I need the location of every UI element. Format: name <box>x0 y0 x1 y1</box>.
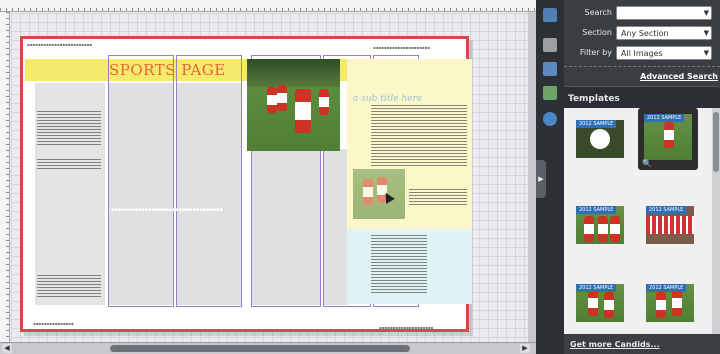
layout-icon[interactable] <box>543 62 557 76</box>
horizontal-scroll-thumb[interactable] <box>110 345 410 352</box>
section-select[interactable]: Any Section ▼ <box>616 26 712 40</box>
vertical-scrollbar[interactable] <box>528 12 536 342</box>
template-thumb-action-2[interactable]: 2012 SAMPLE <box>640 278 700 328</box>
thumb-player <box>672 290 682 316</box>
section-dropdown-icon[interactable]: ▼ <box>704 29 709 37</box>
horizontal-ruler <box>0 0 536 12</box>
section-row: Section Any Section ▼ <box>564 24 720 42</box>
clipart-icon[interactable] <box>543 86 557 100</box>
template-thumb-team-photo[interactable]: 2012 SAMPLE <box>640 200 700 250</box>
flower-shape <box>590 129 610 149</box>
thumb-player <box>604 292 614 318</box>
templates-grid: 2012 SAMPLE 2012 SAMPLE 🔍 2012 SAMPLE 20… <box>564 108 720 334</box>
body-text <box>371 105 467 167</box>
images-panel: Search ▼ Section Any Section ▼ Filter by… <box>564 0 720 354</box>
placeholder-block[interactable] <box>324 149 348 305</box>
advanced-search-link[interactable]: Advanced Search <box>640 72 718 81</box>
subtitle[interactable]: a sub title here <box>353 94 422 104</box>
body-text <box>37 111 101 145</box>
vertical-ruler <box>0 12 10 342</box>
body-text <box>409 189 467 207</box>
scroll-right-icon[interactable]: ▶ <box>520 344 530 353</box>
placeholder-block[interactable] <box>109 83 173 305</box>
template-badge: 2012 SAMPLE <box>646 284 687 292</box>
page-footer-note: ▪▪▪▪▪▪▪▪▪▪▪▪▪▪▪▪▪▪▪▪ <box>379 325 434 330</box>
photo-trees <box>247 59 340 87</box>
section-label: Section <box>582 28 612 37</box>
page-footer-note-left: ▪▪▪▪▪▪▪▪▪▪▪▪▪▪▪ <box>33 321 74 326</box>
page-spread[interactable]: ▪▪▪▪▪▪▪▪▪▪▪▪▪▪▪▪▪▪▪▪▪▪▪▪ ▪▪▪▪▪▪▪▪▪▪▪▪▪▪▪… <box>20 36 472 332</box>
photo-player <box>295 89 311 133</box>
thumb-player <box>598 216 608 242</box>
section-value: Any Section <box>621 29 669 38</box>
search-input[interactable]: ▼ <box>616 6 712 20</box>
page-icon[interactable] <box>543 38 557 52</box>
panel-collapse-icon[interactable]: ▶ <box>536 160 546 198</box>
design-canvas[interactable]: ▪▪▪▪▪▪▪▪▪▪▪▪▪▪▪▪▪▪▪▪▪▪▪▪ ▪▪▪▪▪▪▪▪▪▪▪▪▪▪▪… <box>0 0 536 354</box>
filter-row: Filter by All Images ▼ <box>564 44 720 62</box>
layers-icon[interactable] <box>543 8 557 22</box>
thumb-player <box>588 290 598 316</box>
thumb-player <box>584 216 594 242</box>
body-text <box>37 159 101 171</box>
template-badge: 2012 SAMPLE <box>576 284 617 292</box>
filter-value: All Images <box>621 49 663 58</box>
photo-player <box>277 85 287 111</box>
photo-player <box>319 89 329 115</box>
thumb-player <box>656 292 666 318</box>
template-badge: 2012 SAMPLE <box>644 114 685 122</box>
app-root: ▪▪▪▪▪▪▪▪▪▪▪▪▪▪▪▪▪▪▪▪▪▪▪▪ ▪▪▪▪▪▪▪▪▪▪▪▪▪▪▪… <box>0 0 720 354</box>
placeholder-block[interactable] <box>177 83 241 305</box>
magnify-icon[interactable]: 🔍 <box>642 159 652 168</box>
template-badge: 2012 SAMPLE <box>576 120 617 128</box>
thumb-player <box>664 122 674 148</box>
thumb-player <box>610 216 620 242</box>
page-header-note-right: ▪▪▪▪▪▪▪▪▪▪▪▪▪▪▪▪▪▪▪▪▪ <box>373 45 430 50</box>
photo-player <box>267 87 277 113</box>
templates-scroll-thumb[interactable] <box>713 112 719 172</box>
body-text <box>37 275 101 299</box>
body-text <box>371 235 427 295</box>
settings-icon[interactable] <box>543 112 557 126</box>
template-badge: 2012 SAMPLE <box>576 206 617 214</box>
horizontal-scrollbar[interactable]: ◀ ▶ <box>0 342 536 354</box>
templates-scrollbar[interactable] <box>712 108 720 334</box>
caption-text: ▪▪▪▪▪▪▪▪▪▪▪▪▪▪▪▪▪▪▪▪▪▪▪▪▪▪▪▪▪▪▪▪▪ <box>111 207 223 213</box>
team-rows <box>646 216 694 234</box>
panel-separator <box>564 66 720 67</box>
get-more-candids-link[interactable]: Get more Candids... <box>570 340 660 349</box>
scroll-left-icon[interactable]: ◀ <box>2 344 12 353</box>
placeholder-block[interactable] <box>252 149 320 305</box>
template-thumb-flower[interactable]: 2012 SAMPLE <box>570 114 630 164</box>
filter-select[interactable]: All Images ▼ <box>616 46 712 60</box>
filter-dropdown-icon[interactable]: ▼ <box>704 49 709 57</box>
main-photo[interactable] <box>247 59 340 151</box>
templates-title: Templates <box>568 94 620 104</box>
search-dropdown-icon[interactable]: ▼ <box>704 9 709 17</box>
page-header-note: ▪▪▪▪▪▪▪▪▪▪▪▪▪▪▪▪▪▪▪▪▪▪▪▪ <box>27 42 93 47</box>
templates-header: Templates <box>564 86 720 108</box>
template-thumb-team-run[interactable]: 2012 SAMPLE <box>570 200 630 250</box>
template-thumb-action-1[interactable]: 2012 SAMPLE <box>570 278 630 328</box>
template-badge: 2012 SAMPLE <box>646 206 687 214</box>
search-row: Search ▼ <box>564 4 720 22</box>
ghost-player <box>363 179 373 205</box>
search-label: Search <box>584 8 612 17</box>
template-thumb-selected[interactable]: 2012 SAMPLE 🔍 <box>638 108 698 170</box>
dragged-photo[interactable] <box>353 169 405 219</box>
filter-label: Filter by <box>579 48 612 57</box>
